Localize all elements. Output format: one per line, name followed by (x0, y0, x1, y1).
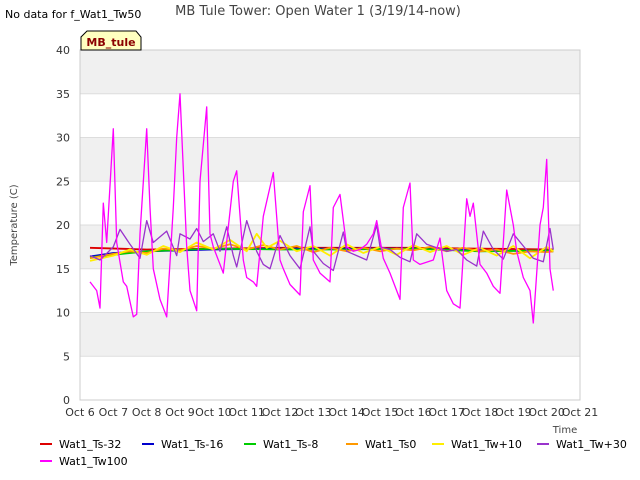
y-tick-label-0: 0 (63, 394, 70, 407)
x-tick-label-6: Oct 12 (262, 406, 299, 419)
x-tick-label-10: Oct 16 (395, 406, 432, 419)
y-axis-label: Temperature (C) (9, 184, 20, 266)
badge-label: MB_tule (86, 36, 135, 49)
band-0 (80, 356, 580, 400)
legend-label: Wat1_Ts-32 (59, 438, 121, 451)
x-tick-label-5: Oct 11 (228, 406, 265, 419)
band-1 (80, 312, 580, 357)
y-tick-label-4: 20 (56, 219, 70, 232)
y-tick-label-1: 5 (63, 350, 70, 363)
x-axis-label: Time (552, 425, 577, 436)
legend: Wat1_Ts-32 Wat1_Ts-16 Wat1_Ts-8 Wat1_Ts0 Wat… (40, 438, 627, 468)
legend-label: Wat1_Ts-8 (263, 438, 318, 451)
no-data-note: No data for f_Wat1_Tw50 (5, 8, 141, 21)
y-tick-label-2: 10 (56, 307, 70, 320)
x-tick-label-3: Oct 9 (165, 406, 195, 419)
x-tick-label-11: Oct 17 (428, 406, 465, 419)
x-tick-label-1: Oct 7 (99, 406, 129, 419)
legend-entry-Wat1_Ts0: Wat1_Ts0 (346, 438, 416, 451)
legend-entry-Wat1_Tw+10: Wat1_Tw+10 (432, 438, 522, 451)
legend-label: Wat1_Tw+10 (451, 438, 522, 451)
legend-label: Wat1_Tw+30 (556, 438, 627, 451)
x-tick-label-13: Oct 19 (495, 406, 532, 419)
station-badge: MB_tule (80, 30, 142, 51)
y-tick-label-5: 25 (56, 175, 70, 188)
legend-label: Wat1_Ts-16 (161, 438, 223, 451)
x-tick-labels: Oct 6 Oct 7 Oct 8 Oct 9 Oct 10Oct 11Oct 12Oc… (65, 406, 598, 419)
x-tick-label-14: Oct 20 (528, 406, 565, 419)
x-tick-label-9: Oct 15 (362, 406, 399, 419)
x-tick-label-8: Oct 14 (328, 406, 365, 419)
y-tick-labels: 0 5 10 15 20 25 30 35 40 (56, 44, 70, 407)
x-tick-label-15: Oct 21 (562, 406, 599, 419)
y-tick-label-7: 35 (56, 88, 70, 101)
x-tick-label-0: Oct 6 (65, 406, 95, 419)
x-tick-label-12: Oct 18 (462, 406, 499, 419)
legend-entry-Wat1_Tw100: Wat1_Tw100 (40, 455, 128, 468)
x-tick-label-2: Oct 8 (132, 406, 162, 419)
legend-entry-Wat1_Ts-8: Wat1_Ts-8 (244, 438, 318, 451)
y-tick-label-3: 15 (56, 263, 70, 276)
y-tick-label-8: 40 (56, 44, 70, 57)
band-3 (80, 225, 580, 269)
legend-entry-Wat1_Ts-16: Wat1_Ts-16 (142, 438, 223, 451)
band-7 (80, 50, 580, 94)
legend-entry-Wat1_Ts-32: Wat1_Ts-32 (40, 438, 121, 451)
band-5 (80, 137, 580, 182)
legend-entry-Wat1_Tw+30: Wat1_Tw+30 (537, 438, 627, 451)
x-tick-label-4: Oct 10 (195, 406, 232, 419)
chart-title: MB Tule Tower: Open Water 1 (3/19/14-now… (175, 4, 461, 19)
legend-label: Wat1_Ts0 (365, 438, 416, 451)
x-tick-label-7: Oct 13 (295, 406, 332, 419)
legend-label: Wat1_Tw100 (59, 455, 128, 468)
band-6 (80, 93, 580, 138)
chart: Oct 6 Oct 7 Oct 8 Oct 9 Oct 10Oct 11Oct 12Oc… (5, 4, 627, 468)
y-tick-label-6: 30 (56, 132, 70, 145)
